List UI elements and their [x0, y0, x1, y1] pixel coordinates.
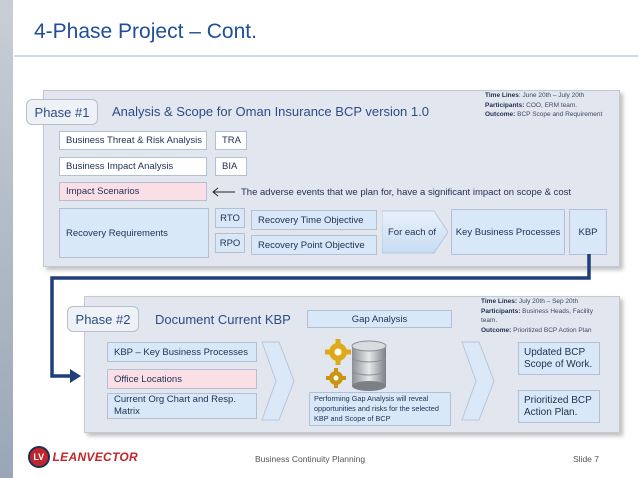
logo-text: LEANVECTOR — [52, 450, 138, 464]
updated-bcp-box: Updated BCP Scope of Work. — [518, 342, 600, 375]
phase1-outcome-value: BCP Scope and Requirement — [515, 111, 603, 118]
gap-analysis-label: Gap Analysis — [307, 310, 452, 328]
gear-database-icon — [325, 339, 387, 391]
recovery-requirements-box: Recovery Requirements — [59, 208, 209, 258]
gap-analysis-description: Performing Gap Analysis will reveal oppo… — [309, 392, 451, 426]
phase2-participants-value: Business Heads, Facility — [520, 307, 593, 315]
phase2-participants-label: Participants: — [481, 307, 521, 315]
phase2-timelines-value: July 20th – Sep 20th — [517, 298, 579, 305]
tra-box: TRA — [215, 131, 247, 150]
kbp-list-box: KBP – Key Business Processes — [107, 342, 257, 362]
leanvector-logo: LV LEANVECTOR — [28, 446, 138, 468]
org-chart-box: Current Org Chart and Resp. Matrix — [107, 393, 257, 419]
phase1-heading: Analysis & Scope for Oman Insurance BCP … — [112, 104, 429, 119]
rto-box: RTO — [215, 208, 245, 228]
scenario-note: The adverse events that we plan for, hav… — [241, 187, 572, 198]
impact-analysis-box: Business Impact Analysis — [59, 157, 207, 176]
bia-box: BIA — [215, 157, 247, 176]
phase2-tag: Phase #2 — [67, 306, 139, 332]
slide-number: Slide 7 — [573, 454, 599, 464]
title-divider — [14, 55, 638, 57]
phase1-outcome-label: Outcome: — [485, 111, 516, 118]
phase2-participants-value-line2: team. — [481, 317, 498, 324]
kbp-box: KBP — [569, 209, 607, 255]
phase2-heading: Document Current KBP — [155, 312, 291, 327]
phase1-timelines-label: Time Lines — [485, 92, 519, 99]
phase1-timelines-value: : June 20th – July 20th — [518, 92, 585, 99]
phase1-tag: Phase #1 — [26, 99, 98, 125]
kbp-full-box: Key Business Processes — [451, 209, 565, 255]
phase2-timelines-label: Time Lines: — [481, 298, 518, 305]
left-accent-bar — [0, 0, 13, 478]
phase1-participants-label: Participants: — [485, 101, 525, 109]
phase2-outcome-label: Outcome: — [481, 326, 512, 334]
phase1-timeline: Time Lines: June 20th – July 20th Partic… — [485, 91, 602, 120]
slide-title: 4-Phase Project – Cont. — [34, 20, 257, 43]
impact-scenarios-box: Impact Scenarios — [59, 182, 207, 201]
footer-title: Business Continuity Planning — [255, 454, 366, 464]
prioritized-bcp-box: Prioritized BCP Action Plan. — [518, 390, 600, 423]
rto-full-box: Recovery Time Objective — [251, 210, 377, 230]
chevron-arrow-right — [461, 341, 495, 421]
logo-badge: LV — [28, 446, 50, 468]
office-locations-box: Office Locations — [107, 369, 257, 389]
rpo-box: RPO — [215, 233, 245, 253]
chevron-arrow-left — [261, 341, 295, 421]
threat-analysis-box: Business Threat & Risk Analysis — [59, 131, 207, 150]
phase2-outcome-value: Prioritized BCP Action Plan — [511, 326, 592, 334]
left-arrow-icon — [212, 187, 235, 197]
phase2-timeline: Time Lines: July 20th – Sep 20th Partici… — [481, 297, 593, 335]
for-each-label: For each of — [388, 227, 437, 238]
phase1-participants-value: COO, ERM team. — [524, 101, 578, 109]
